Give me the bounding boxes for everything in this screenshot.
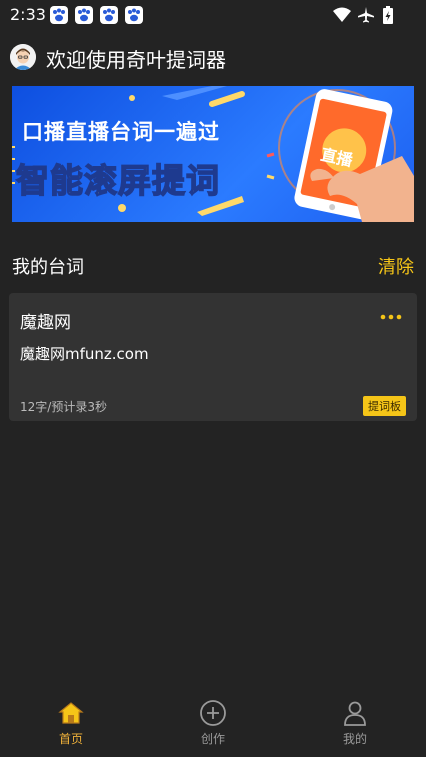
script-meta: 12字/预计录3秒 xyxy=(20,400,107,414)
nav-home-label: 首页 xyxy=(58,732,83,746)
airplane-icon xyxy=(357,6,375,28)
clear-button[interactable]: 清除 xyxy=(378,253,414,279)
nav-create[interactable]: 创作 xyxy=(173,699,253,753)
wifi-icon xyxy=(332,6,352,28)
plus-circle-icon xyxy=(199,699,227,727)
nav-create-label: 创作 xyxy=(200,732,225,746)
nav-home[interactable]: 首页 xyxy=(31,699,111,753)
section-title: 我的台词 xyxy=(12,257,84,278)
app-header: 欢迎使用奇叶提词器 xyxy=(0,38,426,78)
bottom-nav: 首页 创作 我的 xyxy=(0,695,426,757)
nav-profile[interactable]: 我的 xyxy=(315,699,395,753)
app-title: 欢迎使用奇叶提词器 xyxy=(46,48,226,72)
baidu-paw-icon xyxy=(100,6,118,24)
battery-charging-icon xyxy=(382,6,394,28)
app-screen: 2:33 欢迎使用奇叶提词器 口播直播台词一遍过 智能滚屏提词 直播 我的台词 … xyxy=(0,0,426,757)
banner-headline: 口播直播台词一遍过 xyxy=(22,120,220,144)
script-title: 魔趣网 xyxy=(20,313,71,333)
avatar-icon[interactable] xyxy=(10,44,36,70)
baidu-paw-icon xyxy=(50,6,68,24)
home-icon xyxy=(57,699,85,727)
person-icon xyxy=(341,699,369,727)
baidu-paw-icon xyxy=(75,6,93,24)
prompter-button[interactable]: 提词板 xyxy=(363,396,406,416)
status-time: 2:33 xyxy=(10,5,46,24)
status-bar: 2:33 xyxy=(0,0,426,30)
promo-banner[interactable]: 口播直播台词一遍过 智能滚屏提词 直播 xyxy=(12,86,414,222)
more-options-icon[interactable] xyxy=(379,307,403,327)
script-content: 魔趣网mfunz.com xyxy=(20,345,149,363)
banner-slogan: 智能滚屏提词 xyxy=(15,160,220,201)
script-card[interactable]: 魔趣网 魔趣网mfunz.com 12字/预计录3秒 提词板 xyxy=(9,293,417,421)
nav-profile-label: 我的 xyxy=(342,732,367,746)
baidu-paw-icon xyxy=(125,6,143,24)
